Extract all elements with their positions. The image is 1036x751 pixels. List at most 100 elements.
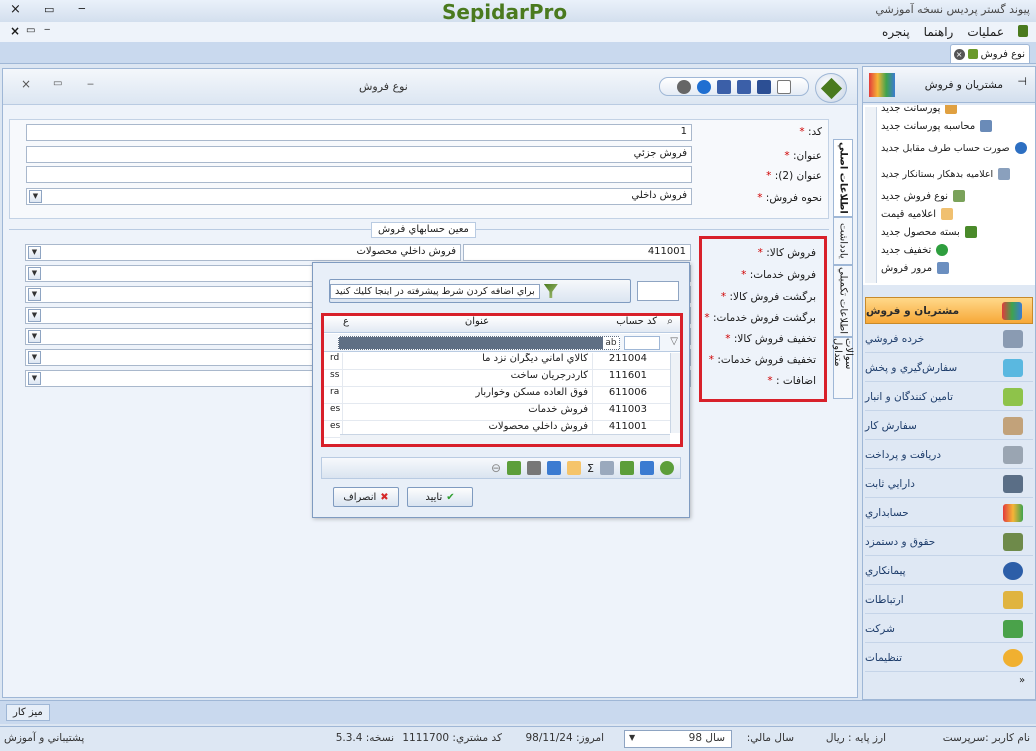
expand-chevron-icon[interactable]: »: [1019, 675, 1025, 686]
mdi-restore-button[interactable]: ▭: [26, 25, 35, 36]
nav-accounting[interactable]: حسابداري: [865, 500, 1033, 527]
list-item[interactable]: مرور فروش: [881, 259, 1035, 277]
filter-clear-icon[interactable]: [640, 461, 654, 475]
nav-customers-sales[interactable]: مشتريان و فروش: [865, 297, 1033, 324]
nav-contracting[interactable]: پيمانكاري: [865, 558, 1033, 585]
window-close-button[interactable]: ×: [10, 2, 21, 17]
group-icon[interactable]: [600, 461, 614, 475]
filter-value-input[interactable]: [637, 281, 679, 301]
nav-communications[interactable]: ارتباطات: [865, 587, 1033, 614]
list-item[interactable]: تخفيف جديد: [881, 241, 1035, 259]
app-menu-icon[interactable]: [1018, 25, 1028, 37]
grid-vertical-scrollbar[interactable]: [670, 353, 680, 433]
col-account-code[interactable]: كد حساب: [602, 316, 660, 332]
nav-ordering-distribution[interactable]: سفارش‌گيري و پخش: [865, 355, 1033, 382]
menu-window[interactable]: پنجره: [882, 25, 910, 39]
list-item[interactable]: اعلاميه قيمت: [881, 205, 1035, 223]
chevron-down-icon[interactable]: ▼: [28, 246, 41, 259]
grid-toolbar: ⊖ Σ: [321, 457, 681, 479]
sales-method-select[interactable]: فروش داخلي: [26, 188, 692, 205]
nav-receipt-payment[interactable]: دريافت و پرداخت: [865, 442, 1033, 469]
save-new-icon[interactable]: [737, 79, 751, 94]
filter-row-icon[interactable]: ▽: [670, 336, 678, 347]
help-icon[interactable]: [697, 79, 711, 94]
list-item[interactable]: صورت حساب طرف مقابل جديد: [881, 135, 1035, 161]
panel-restore-button[interactable]: ▭: [53, 78, 62, 89]
search-icon[interactable]: ⌕: [660, 316, 680, 332]
sepidar-logo: SepidarPro: [442, 0, 568, 24]
support-link[interactable]: پشتيباني و آموزش: [4, 732, 84, 744]
table-row[interactable]: 611006 فوق العاده مسكن وخواربار ra: [324, 387, 670, 404]
pin-icon[interactable]: ⊣: [1017, 75, 1027, 88]
nav-retail[interactable]: خرده فروشي: [865, 326, 1033, 353]
table-row[interactable]: 111601 كاردرجريان ساخت ss: [324, 370, 670, 387]
cancel-button[interactable]: ✖ انصراف: [333, 487, 399, 507]
list-item[interactable]: بسته محصول جديد: [881, 223, 1035, 241]
window-minimize-button[interactable]: ‒: [78, 1, 86, 15]
refresh-icon[interactable]: [677, 79, 691, 94]
nav-company[interactable]: شركت: [865, 616, 1033, 643]
chevron-down-icon[interactable]: ▼: [28, 330, 41, 343]
chevron-down-icon[interactable]: ▼: [28, 288, 41, 301]
menu-bar: × ▭ ‒ عمليات راهنما پنجره: [0, 22, 1036, 42]
panel-minimize-button[interactable]: ‒: [87, 77, 94, 90]
chevron-down-icon[interactable]: ▼: [28, 372, 41, 385]
menu-operations[interactable]: عمليات: [967, 25, 1004, 39]
columns-icon[interactable]: [547, 461, 562, 475]
account-code-1[interactable]: 411001: [463, 244, 691, 261]
menu-help[interactable]: راهنما: [924, 25, 954, 39]
window-restore-button[interactable]: ▭: [44, 3, 54, 16]
filter-code-input[interactable]: [624, 336, 660, 350]
tab-faq[interactable]: سوالات متداول: [832, 337, 854, 399]
nav-settings[interactable]: تنظيمات: [865, 645, 1033, 672]
save-close-icon[interactable]: [717, 79, 731, 94]
chevron-down-icon[interactable]: ▼: [28, 267, 41, 280]
code-input[interactable]: 1: [26, 124, 692, 141]
mdi-minimize-button[interactable]: ‒: [44, 24, 50, 35]
filter-toggle-icon[interactable]: [620, 461, 634, 475]
module-scrollbar[interactable]: [865, 107, 877, 283]
panel-close-button[interactable]: ×: [21, 77, 31, 91]
nav-payroll[interactable]: حقوق و دستمزد: [865, 529, 1033, 556]
options-icon[interactable]: ⊖: [491, 461, 501, 475]
fiscal-year-select[interactable]: سال 98 ▼: [624, 730, 732, 748]
print-icon[interactable]: [527, 461, 542, 475]
tab-extra-info[interactable]: اطلاعات تكميلي: [833, 265, 853, 337]
table-row[interactable]: 211004 كالاي اماني ديگران نزد ما rd: [324, 353, 670, 370]
tab-close-icon[interactable]: ×: [953, 48, 965, 60]
table-row[interactable]: 411003 فروش خدمات es: [324, 404, 670, 421]
lookup-grid-highlight: ⌕ كد حساب عنوان ع ▽ ab 211004 كالاي اماني…: [321, 313, 683, 447]
list-item[interactable]: پورسانت جديد: [881, 105, 1035, 117]
nav-work-order[interactable]: سفارش كار: [865, 413, 1033, 440]
chevron-down-icon[interactable]: ▼: [28, 351, 41, 364]
advanced-filter-button[interactable]: براي اضافه كردن شرط پيشرفته در اينجا كلي…: [329, 279, 631, 303]
logo-orb-icon[interactable]: [815, 73, 847, 103]
desk-tab[interactable]: ميز كار: [6, 704, 50, 721]
col-extra[interactable]: ع: [340, 316, 352, 332]
account-name-1[interactable]: فروش داخلي محصولات: [25, 244, 461, 261]
sum-icon[interactable]: Σ: [587, 462, 594, 475]
save-icon[interactable]: [757, 79, 771, 94]
list-item[interactable]: نوع فروش جديد: [881, 187, 1035, 205]
refresh-icon[interactable]: [660, 461, 674, 475]
title2-input[interactable]: [26, 166, 692, 183]
ok-button[interactable]: ✔ تاييد: [407, 487, 473, 507]
tab-notes[interactable]: يادداشت: [833, 217, 853, 265]
chevron-down-icon[interactable]: ▼: [29, 190, 42, 203]
auto-width-icon[interactable]: [567, 461, 582, 475]
tab-sales-type[interactable]: × نوع فروش: [950, 44, 1030, 63]
nav-suppliers-inventory[interactable]: تامين كنندگان و انبار: [865, 384, 1033, 411]
nav-fixed-assets[interactable]: دارايي ثابت: [865, 471, 1033, 498]
filter-title-input[interactable]: ab: [338, 336, 620, 350]
chevron-down-icon[interactable]: ▼: [629, 733, 635, 742]
chevron-down-icon[interactable]: ▼: [28, 309, 41, 322]
list-item[interactable]: محاسبه پورسانت جديد: [881, 117, 1035, 135]
mdi-close-button[interactable]: ×: [10, 24, 20, 38]
col-title[interactable]: عنوان: [352, 316, 602, 332]
new-document-icon[interactable]: [777, 79, 791, 94]
export-excel-icon[interactable]: [507, 461, 522, 475]
tab-main-info[interactable]: اطلاعات اصلي: [833, 139, 853, 217]
list-item[interactable]: اعلاميه بدهكار بستانكار جديد: [881, 161, 1035, 187]
title-input[interactable]: فروش جزئي: [26, 146, 692, 163]
grid-horizontal-scrollbar[interactable]: [340, 434, 670, 444]
